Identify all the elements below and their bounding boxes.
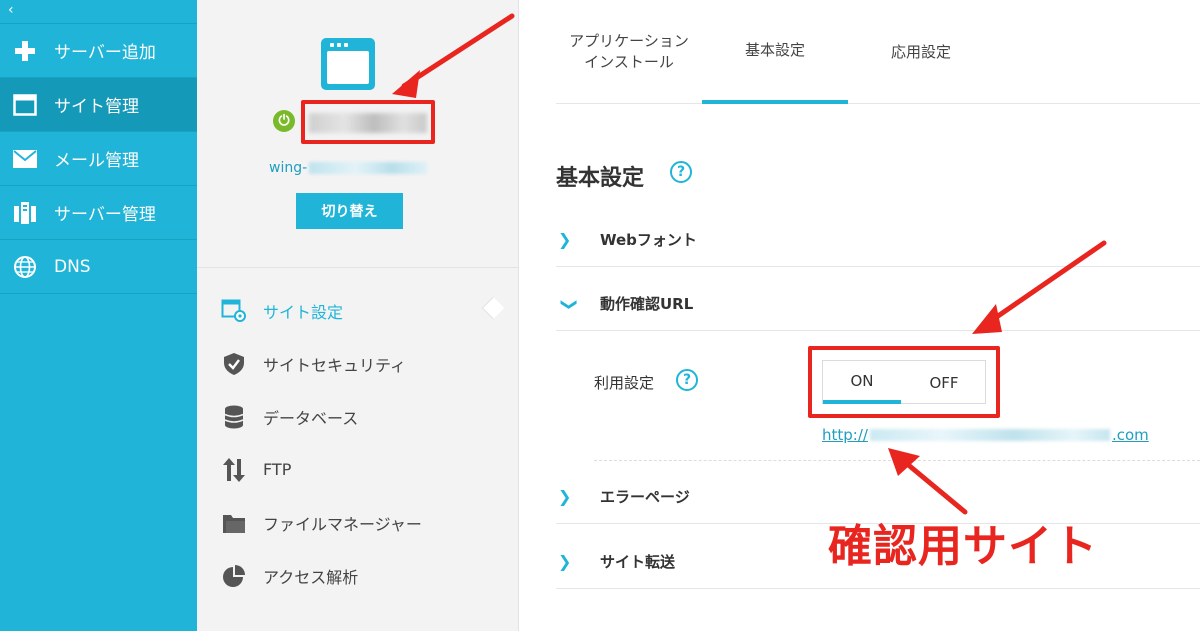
window-dot <box>330 43 334 47</box>
domain-redacted <box>309 162 428 174</box>
server-icon <box>12 200 38 226</box>
menu-item-ftp[interactable]: FTP <box>197 443 519 496</box>
help-icon[interactable]: ? <box>670 161 692 183</box>
menu-item-label: アクセス解析 <box>263 567 359 587</box>
sidebar-item-label: サーバー管理 <box>54 205 156 225</box>
page-title: 基本設定 <box>556 166 645 191</box>
menu-item-label: データベース <box>263 408 359 428</box>
sidebar-item-site-management[interactable]: サイト管理 <box>0 78 197 132</box>
menu-item-file-manager[interactable]: ファイルマネージャー <box>197 496 519 549</box>
window-body <box>327 51 369 84</box>
window-dot <box>337 43 341 47</box>
site-domain: wing- <box>269 160 428 176</box>
verification-url-link[interactable]: http:// .com <box>822 426 1149 444</box>
sidebar-item-server-management[interactable]: サーバー管理 <box>0 186 197 240</box>
menu-item-label: サイトセキュリティ <box>263 355 407 375</box>
sidebar-item-label: メール管理 <box>54 151 139 171</box>
database-icon <box>221 404 247 430</box>
highlight-box <box>301 100 435 144</box>
annotation-label: 確認用サイト <box>828 521 1098 572</box>
sidebar-item-dns[interactable]: DNS <box>0 240 197 294</box>
site-window-icon <box>321 38 375 90</box>
chevron-down-icon: ❯ <box>560 297 580 312</box>
sidebar: ‹ サーバー追加 サイト管理 メール管理 サーバー管理 DNS <box>0 0 197 631</box>
sidebar-item-label: サイト管理 <box>54 97 139 117</box>
tab-advanced-settings[interactable]: 応用設定 <box>848 0 994 104</box>
highlight-box <box>808 346 1000 418</box>
app-root: ‹ サーバー追加 サイト管理 メール管理 サーバー管理 DNS ⏻ wing- … <box>0 0 1200 631</box>
accordion-webfont[interactable]: ❯ Webフォント <box>556 213 1200 267</box>
divider <box>594 460 1200 461</box>
tab-app-install[interactable]: アプリケーション インストール <box>556 0 702 104</box>
site-summary: ⏻ wing- 切り替え <box>197 0 518 268</box>
site-settings-icon <box>221 298 247 324</box>
window-dot <box>344 43 348 47</box>
sidebar-item-label: DNS <box>54 256 91 277</box>
menu-item-label: FTP <box>263 460 292 479</box>
sidebar-item-label: サーバー追加 <box>54 43 156 63</box>
accordion-label: サイト転送 <box>600 553 676 571</box>
accordion-label: 動作確認URL <box>600 295 694 313</box>
accordion-label: Webフォント <box>600 231 697 249</box>
pie-chart-icon <box>221 563 247 589</box>
ftp-arrows-icon <box>221 457 247 483</box>
sidebar-item-mail-management[interactable]: メール管理 <box>0 132 197 186</box>
folder-icon <box>221 510 247 536</box>
mail-icon <box>12 146 38 172</box>
globe-icon <box>12 254 38 280</box>
menu-item-label: サイト設定 <box>263 302 344 322</box>
window-icon <box>12 92 38 118</box>
chevron-right-icon: ❯ <box>558 552 572 571</box>
tab-basic-settings[interactable]: 基本設定 <box>702 0 848 104</box>
url-prefix: http:// <box>822 426 868 444</box>
accordion-verification-url[interactable]: ❯ 動作確認URL <box>556 277 1200 331</box>
url-suffix: .com <box>1111 426 1149 444</box>
collapse-button[interactable]: ‹ <box>0 0 197 24</box>
chevron-left-icon: ‹ <box>8 2 14 18</box>
shield-icon <box>221 351 247 377</box>
accordion-label: エラーページ <box>600 488 690 506</box>
plus-icon <box>12 38 38 64</box>
menu-item-database[interactable]: データベース <box>197 390 519 443</box>
menu-item-access-analysis[interactable]: アクセス解析 <box>197 549 519 602</box>
usage-setting-label: 利用設定 <box>594 374 655 392</box>
domain-prefix: wing- <box>269 160 308 176</box>
power-icon: ⏻ <box>273 110 295 132</box>
settings-tabs: アプリケーション インストール 基本設定 応用設定 <box>556 0 1200 104</box>
switch-site-button[interactable]: 切り替え <box>296 193 403 229</box>
menu-item-site-settings[interactable]: サイト設定 <box>197 284 519 337</box>
help-icon[interactable]: ? <box>676 369 698 391</box>
chevron-right-icon: ❯ <box>558 487 572 506</box>
site-menu: サイト設定 サイトセキュリティ データベース FTP ファイルマネージャー アク… <box>197 284 519 602</box>
menu-item-site-security[interactable]: サイトセキュリティ <box>197 337 519 390</box>
site-panel: ⏻ wing- 切り替え サイト設定 サイトセキュリティ データベース FTP … <box>197 0 519 631</box>
url-redacted <box>869 429 1110 441</box>
menu-item-label: ファイルマネージャー <box>263 514 422 534</box>
sidebar-item-add-server[interactable]: サーバー追加 <box>0 24 197 78</box>
chevron-right-icon: ❯ <box>558 230 572 249</box>
